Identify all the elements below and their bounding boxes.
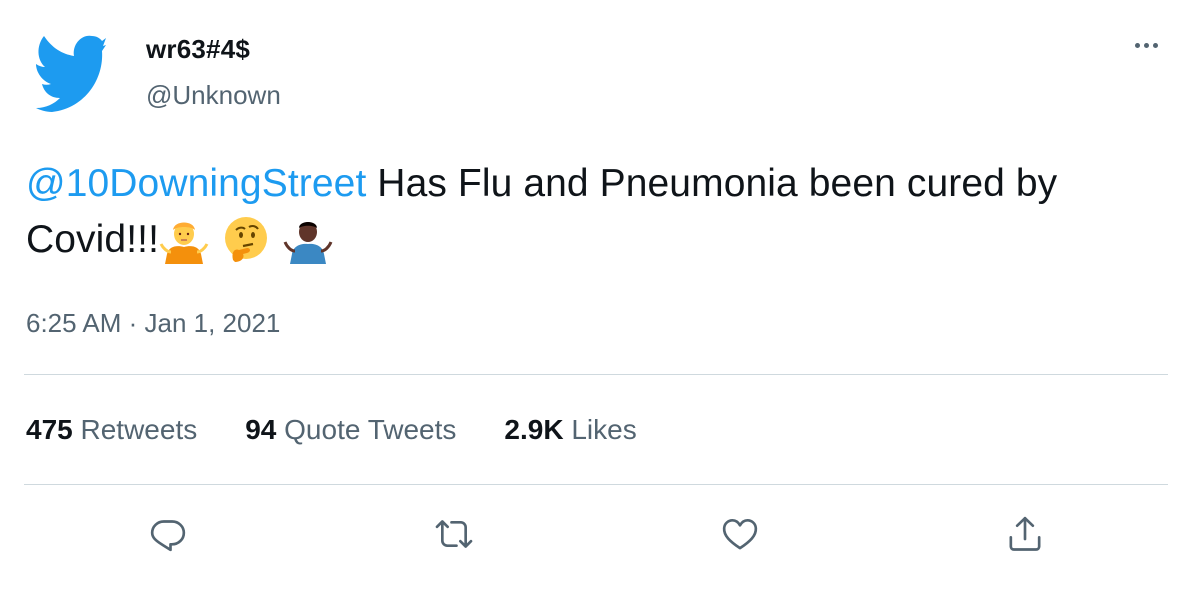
divider: [24, 484, 1168, 485]
user-handle[interactable]: @Unknown: [146, 80, 281, 111]
man-shrugging-dark-skin-emoji: [283, 214, 333, 264]
tweet-timestamp[interactable]: 6:25 AM · Jan 1, 2021: [26, 308, 280, 339]
thinking-face-emoji: [221, 214, 271, 264]
mention-link[interactable]: @10DowningStreet: [26, 162, 366, 205]
retweets-stat[interactable]: 475 Retweets: [26, 414, 197, 446]
retweets-label: Retweets: [80, 414, 198, 445]
likes-count: 2.9K: [504, 414, 564, 445]
reply-icon[interactable]: [146, 512, 190, 556]
like-icon[interactable]: [718, 512, 762, 556]
retweets-count: 475: [26, 414, 73, 445]
twitter-bird-avatar-icon[interactable]: [34, 26, 106, 122]
tweet-text: @10DowningStreet Has Flu and Pneumonia b…: [26, 156, 1166, 268]
likes-stat[interactable]: 2.9K Likes: [504, 414, 636, 446]
tweet-card: wr63#4$ @Unknown @10DowningStreet Has Fl…: [0, 0, 1192, 606]
quote-tweets-label: Quote Tweets: [284, 414, 457, 445]
person-shrugging-emoji: [159, 214, 209, 264]
more-dot: [1152, 42, 1158, 48]
more-dot: [1134, 42, 1140, 48]
quote-tweets-stat[interactable]: 94 Quote Tweets: [245, 414, 456, 446]
quote-tweets-count: 94: [245, 414, 277, 445]
engagement-stats: 475 Retweets 94 Quote Tweets 2.9K Likes: [26, 414, 637, 446]
divider: [24, 374, 1168, 375]
more-options-icon[interactable]: [1126, 30, 1166, 60]
more-dot: [1143, 42, 1149, 48]
retweet-icon[interactable]: [432, 512, 476, 556]
user-display-name[interactable]: wr63#4$: [146, 34, 250, 65]
likes-label: Likes: [571, 414, 637, 445]
share-icon[interactable]: [1003, 512, 1047, 556]
